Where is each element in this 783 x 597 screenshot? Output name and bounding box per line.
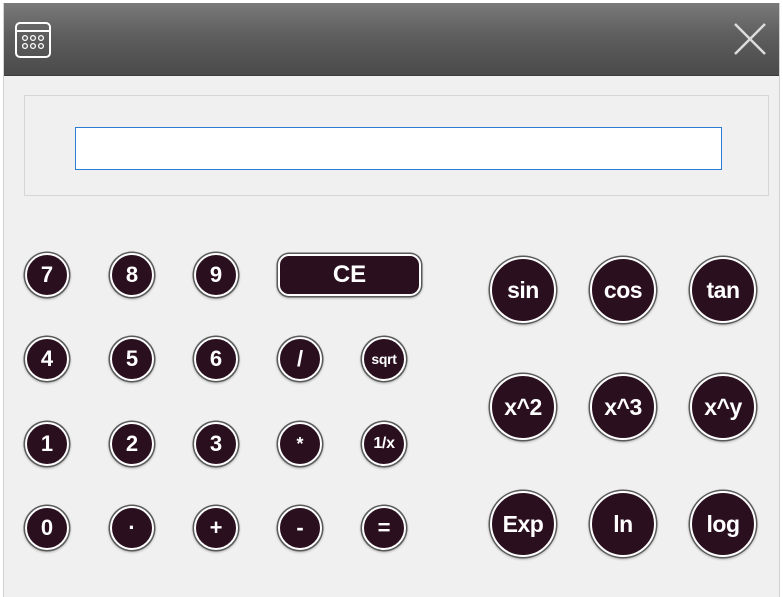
title-bar <box>4 3 779 76</box>
key-0[interactable]: 0 <box>25 506 69 550</box>
key-6[interactable]: 6 <box>194 337 238 381</box>
equals-button[interactable]: = <box>362 506 406 550</box>
square-button[interactable]: x^2 <box>490 374 556 440</box>
key-9[interactable]: 9 <box>194 253 238 297</box>
sin-button[interactable]: sin <box>490 257 556 323</box>
log-button[interactable]: log <box>690 491 756 557</box>
cube-button[interactable]: x^3 <box>590 374 656 440</box>
minus-button[interactable]: - <box>278 506 322 550</box>
calculator-window: 7 8 9 CE 4 5 6 / sqrt 1 2 3 * 1/x 0 · + … <box>3 3 780 597</box>
key-8[interactable]: 8 <box>110 253 154 297</box>
calculator-icon <box>15 22 51 58</box>
multiply-button[interactable]: * <box>278 422 322 466</box>
key-5[interactable]: 5 <box>110 337 154 381</box>
display-panel <box>24 95 769 196</box>
tan-button[interactable]: tan <box>690 257 756 323</box>
key-7[interactable]: 7 <box>25 253 69 297</box>
key-3[interactable]: 3 <box>194 422 238 466</box>
close-icon[interactable] <box>730 19 770 59</box>
exp-button[interactable]: Exp <box>490 491 556 557</box>
cos-button[interactable]: cos <box>590 257 656 323</box>
divide-button[interactable]: / <box>278 337 322 381</box>
key-2[interactable]: 2 <box>110 422 154 466</box>
key-1[interactable]: 1 <box>25 422 69 466</box>
key-4[interactable]: 4 <box>25 337 69 381</box>
plus-button[interactable]: + <box>194 506 238 550</box>
display-field[interactable] <box>75 127 722 170</box>
sqrt-button[interactable]: sqrt <box>362 337 406 381</box>
decimal-point-button[interactable]: · <box>110 506 154 550</box>
power-button[interactable]: x^y <box>690 374 756 440</box>
ln-button[interactable]: ln <box>590 491 656 557</box>
clear-entry-button[interactable]: CE <box>278 254 421 296</box>
reciprocal-button[interactable]: 1/x <box>362 422 406 466</box>
